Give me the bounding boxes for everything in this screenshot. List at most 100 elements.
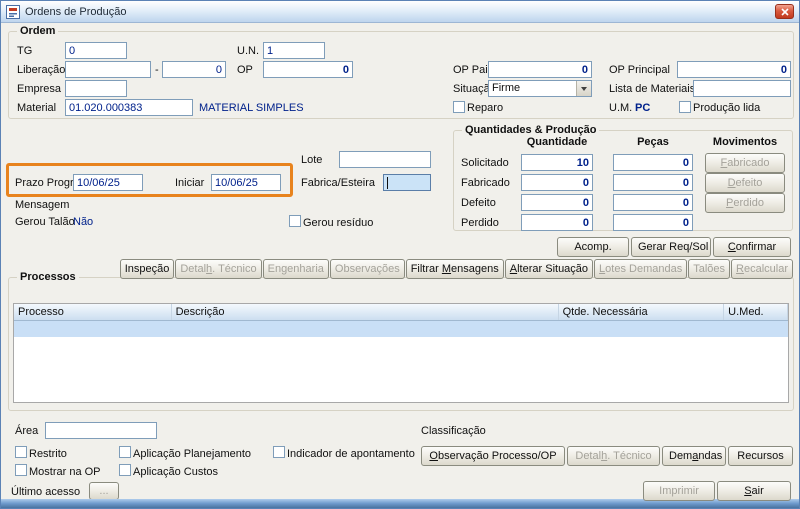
processos-table-body <box>14 321 788 337</box>
processos-column-processo[interactable]: Processo <box>14 304 172 320</box>
gerou-residuo-label: Gerou resíduo <box>303 217 374 229</box>
processos-row[interactable] <box>14 321 788 337</box>
lista-materiais-input[interactable] <box>693 80 791 97</box>
toolbar-observacoes-button: Observações <box>329 259 405 279</box>
processos-column-u-med[interactable]: U.Med. <box>724 304 788 320</box>
fabricado-row-label: Fabricado <box>461 177 510 189</box>
indicador-apontamento-label: Indicador de apontamento <box>287 448 415 460</box>
fabrica-esteira-input[interactable] <box>383 174 431 191</box>
fabricado-quantidade-input[interactable] <box>521 174 593 191</box>
footer-imprimir-button: Imprimir <box>643 481 715 501</box>
toolbar-filtrar-mensagens-button[interactable]: Filtrar Mensagens <box>405 259 504 279</box>
gerou-talao-label: Gerou Talão <box>15 216 75 228</box>
action-confirmar-button[interactable]: Confirmar <box>713 237 791 257</box>
material-input[interactable] <box>65 99 193 116</box>
op-principal-input[interactable] <box>677 61 791 78</box>
aplicacao-planejamento-label: Aplicação Planejamento <box>133 448 252 460</box>
movimento-perdido-button: Perdido <box>705 193 785 213</box>
process-action-demandas-button[interactable]: Demandas <box>662 446 726 466</box>
lista-materiais-label: Lista de Materiais <box>609 83 696 95</box>
reparo-checkbox[interactable] <box>453 101 465 113</box>
tg-label: TG <box>17 45 33 57</box>
processos-group-label: Processos <box>17 271 79 283</box>
indicador-apontamento-checkbox[interactable] <box>273 446 285 458</box>
perdido-quantidade-input[interactable] <box>521 214 593 231</box>
defeito-pecas-input[interactable] <box>613 194 693 211</box>
reparo-label: Reparo <box>467 102 504 114</box>
um-label: U.M. <box>609 102 633 114</box>
liberacao-label: Liberação <box>17 64 66 76</box>
toolbar-lotes-demandas-button: Lotes Demandas <box>594 259 688 279</box>
iniciar-input[interactable] <box>211 174 281 191</box>
more-button: ... <box>89 482 119 500</box>
processos-table: Processo Descrição Qtde. Necessária U.Med. <box>13 303 789 403</box>
op-principal-label: OP Principal <box>609 64 670 76</box>
mostrar-na-op-label: Mostrar na OP <box>29 466 101 478</box>
prazo-progr-label: Prazo Progr. <box>15 177 77 189</box>
mostrar-na-op-checkbox[interactable] <box>15 464 27 476</box>
quantidade-column-header: Quantidade <box>526 136 588 148</box>
area-label: Área <box>15 425 39 437</box>
liberacao-input-2[interactable] <box>162 61 226 78</box>
aplicacao-custos-checkbox[interactable] <box>119 464 131 476</box>
processos-header-row: Processo Descrição Qtde. Necessária U.Med. <box>14 304 788 321</box>
process-action-recursos-button[interactable]: Recursos <box>728 446 793 466</box>
toolbar-taloes-button: Talões <box>688 259 731 279</box>
aplicacao-planejamento-checkbox[interactable] <box>119 446 131 458</box>
un-input[interactable] <box>263 42 325 59</box>
action-gerar-req-sol-button[interactable]: Gerar Req/Sol <box>631 237 711 257</box>
op-input[interactable] <box>263 61 353 78</box>
order-actions: Acomp. Gerar Req/Sol Confirmar <box>557 237 791 257</box>
classificacao-label: Classificação <box>421 425 486 437</box>
titlebar[interactable]: Ordens de Produção <box>1 1 799 23</box>
solicitado-row-label: Solicitado <box>461 157 509 169</box>
perdido-pecas-input[interactable] <box>613 214 693 231</box>
area-input[interactable] <box>45 422 157 439</box>
footer-sair-button[interactable]: Sair <box>717 481 791 501</box>
action-acomp-button[interactable]: Acomp. <box>557 237 629 257</box>
movimento-defeito-button: Defeito <box>705 173 785 193</box>
text-cursor <box>387 177 388 189</box>
toolbar-inspecao-button[interactable]: Inspeção <box>119 259 175 279</box>
fabricado-pecas-input[interactable] <box>613 174 693 191</box>
processos-column-descricao[interactable]: Descrição <box>172 304 559 320</box>
close-button[interactable] <box>775 4 794 19</box>
op-pai-label: OP Pai <box>453 64 488 76</box>
pecas-column-header: Peças <box>637 136 669 148</box>
ultimo-acesso-label: Último acesso <box>11 486 81 498</box>
toolbar-alterar-situacao-button[interactable]: Alterar Situação <box>504 259 594 279</box>
restrito-checkbox[interactable] <box>15 446 27 458</box>
movimentos-column-header: Movimentos <box>712 136 778 148</box>
close-icon <box>780 7 789 16</box>
tg-input[interactable] <box>65 42 127 59</box>
mensagem-label: Mensagem <box>15 199 70 211</box>
material-label: Material <box>17 102 57 114</box>
chevron-down-icon[interactable] <box>576 81 591 96</box>
lote-label: Lote <box>301 154 323 166</box>
processos-column-qtde-necessaria[interactable]: Qtde. Necessária <box>559 304 725 320</box>
lote-input[interactable] <box>339 151 431 168</box>
op-pai-input[interactable] <box>488 61 592 78</box>
solicitado-pecas-input[interactable] <box>613 154 693 171</box>
defeito-quantidade-input[interactable] <box>521 194 593 211</box>
footer-actions: Imprimir Sair <box>643 481 791 501</box>
process-action-observacao-processo-op-button[interactable]: Observação Processo/OP <box>421 446 565 466</box>
toolbar: Inspeção Detalh. Técnico Engenharia Observa… <box>107 259 793 279</box>
gerou-residuo-checkbox[interactable] <box>289 215 301 227</box>
fabrica-esteira-label: Fabrica/Esteira <box>301 177 375 189</box>
process-action-detalh-tecnico-button: Detalh. Técnico <box>567 446 660 466</box>
toolbar-engenharia-button: Engenharia <box>262 259 329 279</box>
solicitado-quantidade-input[interactable] <box>521 154 593 171</box>
producao-lida-checkbox[interactable] <box>679 101 691 113</box>
ordens-producao-window: Ordens de Produção Ordem TG U.N. Liberaç… <box>0 0 800 509</box>
empresa-input[interactable] <box>65 80 127 97</box>
liberacao-input-1[interactable] <box>65 61 151 78</box>
prazo-progr-input[interactable] <box>73 174 143 191</box>
aplicacao-custos-label: Aplicação Custos <box>133 466 218 478</box>
um-value: PC <box>635 102 651 114</box>
situacao-value: Firme <box>492 82 521 94</box>
material-description: MATERIAL SIMPLES <box>199 102 304 114</box>
empresa-label: Empresa <box>17 83 62 95</box>
restrito-label: Restrito <box>29 448 67 460</box>
situacao-select[interactable]: Firme <box>488 80 592 97</box>
